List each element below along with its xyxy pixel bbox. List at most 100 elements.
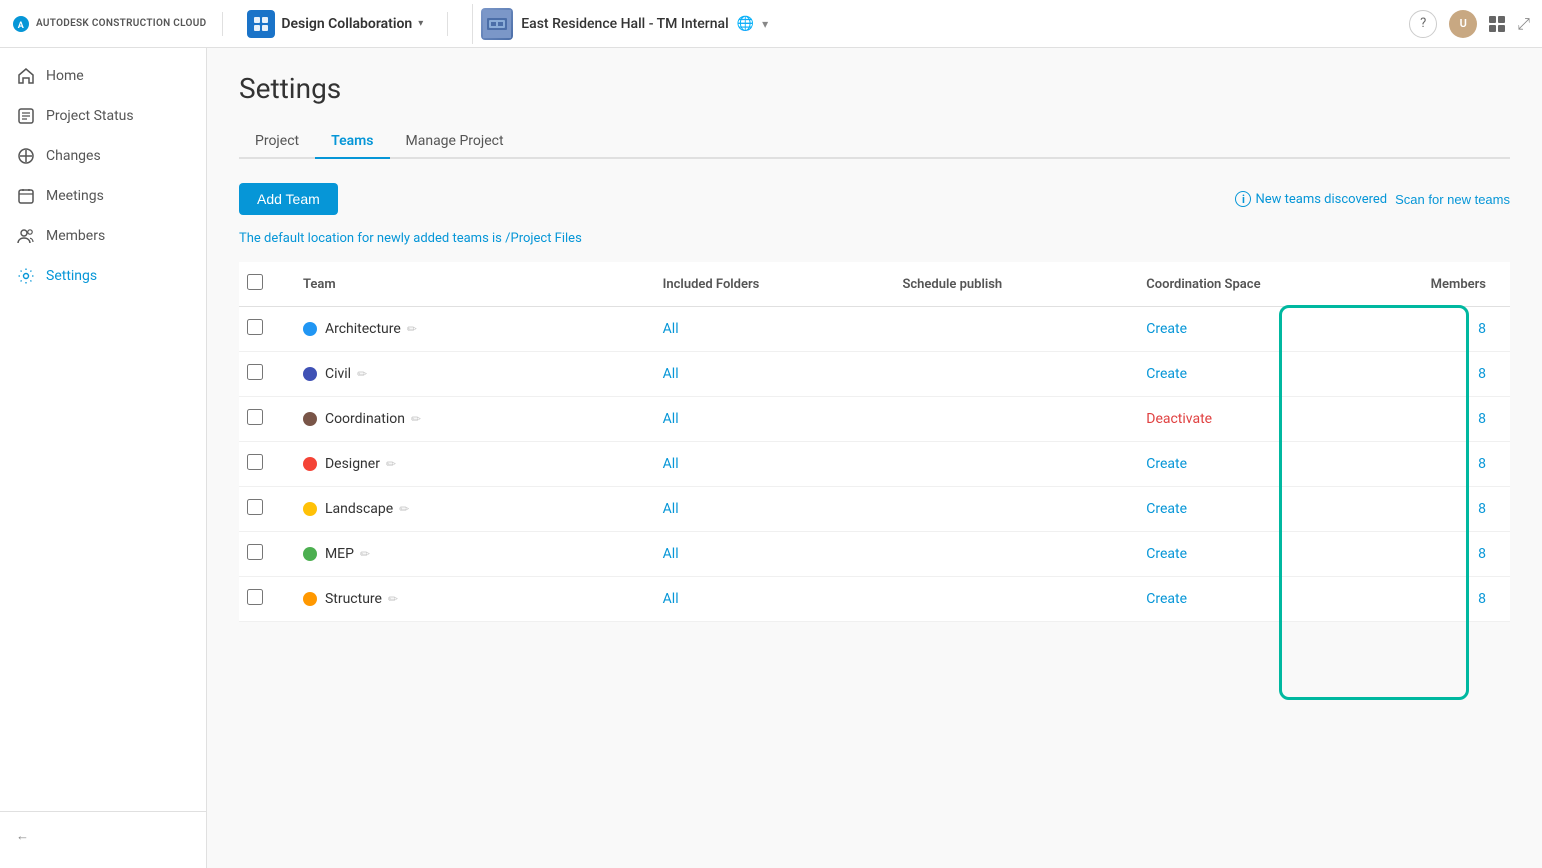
topbar-divider-2 bbox=[447, 12, 448, 36]
app-icon bbox=[247, 10, 275, 38]
row-checkbox-1[interactable] bbox=[247, 364, 263, 380]
teams-table-body: Architecture ✏ All Create 8 Civil ✏ All bbox=[239, 307, 1510, 622]
row-checkbox-6[interactable] bbox=[247, 589, 263, 605]
row-checkbox-4[interactable] bbox=[247, 499, 263, 515]
sidebar-item-members[interactable]: Members bbox=[0, 216, 206, 256]
team-name: Structure bbox=[325, 591, 382, 607]
row-coord-cell: Deactivate bbox=[1126, 397, 1390, 442]
row-team-cell: Structure ✏ bbox=[287, 577, 647, 622]
folders-link[interactable]: All bbox=[663, 411, 679, 427]
folders-link[interactable]: All bbox=[663, 591, 679, 607]
members-count[interactable]: 8 bbox=[1478, 366, 1486, 382]
tab-project[interactable]: Project bbox=[239, 125, 315, 159]
row-checkbox-0[interactable] bbox=[247, 319, 263, 335]
tab-teams[interactable]: Teams bbox=[315, 125, 389, 159]
app-switcher[interactable]: Design Collaboration ▾ bbox=[239, 6, 431, 42]
members-count[interactable]: 8 bbox=[1478, 321, 1486, 337]
sidebar-project-status-label: Project Status bbox=[46, 108, 134, 124]
grid-icon[interactable] bbox=[1489, 16, 1505, 32]
edit-team-icon[interactable]: ✏ bbox=[360, 547, 370, 561]
members-count[interactable]: 8 bbox=[1478, 591, 1486, 607]
team-name: MEP bbox=[325, 546, 354, 562]
edit-team-icon[interactable]: ✏ bbox=[386, 457, 396, 471]
team-color-dot bbox=[303, 367, 317, 381]
row-schedule-cell bbox=[886, 307, 1126, 352]
select-all-checkbox[interactable] bbox=[247, 274, 263, 290]
create-coord-button[interactable]: Create bbox=[1146, 591, 1187, 607]
project-selector[interactable]: East Residence Hall - TM Internal 🌐 ▾ bbox=[472, 4, 776, 44]
edit-team-icon[interactable]: ✏ bbox=[357, 367, 367, 381]
row-team-cell: Architecture ✏ bbox=[287, 307, 647, 352]
add-team-button[interactable]: Add Team bbox=[239, 183, 338, 215]
row-schedule-cell bbox=[886, 442, 1126, 487]
tab-manage-project-label: Manage Project bbox=[406, 133, 504, 149]
user-avatar[interactable]: U bbox=[1449, 10, 1477, 38]
team-color-dot bbox=[303, 412, 317, 426]
folders-link[interactable]: All bbox=[663, 366, 679, 382]
autodesk-logo-icon: A bbox=[12, 15, 30, 33]
project-thumb-image bbox=[483, 10, 511, 38]
table-row: Civil ✏ All Create 8 bbox=[239, 352, 1510, 397]
row-schedule-cell bbox=[886, 352, 1126, 397]
sidebar-meetings-label: Meetings bbox=[46, 188, 104, 204]
members-count[interactable]: 8 bbox=[1478, 411, 1486, 427]
row-members-cell: 8 bbox=[1390, 352, 1510, 397]
create-coord-button[interactable]: Create bbox=[1146, 546, 1187, 562]
row-team-cell: Civil ✏ bbox=[287, 352, 647, 397]
team-name-cell: Designer ✏ bbox=[303, 456, 631, 472]
row-coord-cell: Create bbox=[1126, 442, 1390, 487]
help-button[interactable]: ? bbox=[1409, 10, 1437, 38]
sidebar-item-home[interactable]: Home bbox=[0, 56, 206, 96]
sidebar-collapse-button[interactable]: ← bbox=[16, 820, 190, 852]
deactivate-button[interactable]: Deactivate bbox=[1146, 411, 1212, 427]
sidebar-members-label: Members bbox=[46, 228, 105, 244]
default-location-prefix: The default location for newly added tea… bbox=[239, 231, 505, 246]
sidebar-item-changes[interactable]: Changes bbox=[0, 136, 206, 176]
sidebar-item-project-status[interactable]: Project Status bbox=[0, 96, 206, 136]
row-members-cell: 8 bbox=[1390, 487, 1510, 532]
edit-team-icon[interactable]: ✏ bbox=[388, 592, 398, 606]
table-row: MEP ✏ All Create 8 bbox=[239, 532, 1510, 577]
edit-team-icon[interactable]: ✏ bbox=[411, 412, 421, 426]
row-schedule-cell bbox=[886, 487, 1126, 532]
folders-link[interactable]: All bbox=[663, 546, 679, 562]
col-coord-label: Coordination Space bbox=[1146, 277, 1260, 292]
edit-team-icon[interactable]: ✏ bbox=[399, 502, 409, 516]
col-header-coord: Coordination Space bbox=[1126, 262, 1390, 307]
row-checkbox-5[interactable] bbox=[247, 544, 263, 560]
create-coord-button[interactable]: Create bbox=[1146, 501, 1187, 517]
tab-manage-project[interactable]: Manage Project bbox=[390, 125, 520, 159]
row-folders-cell: All bbox=[647, 442, 887, 487]
table-row: Structure ✏ All Create 8 bbox=[239, 577, 1510, 622]
sidebar-item-settings[interactable]: Settings bbox=[0, 256, 206, 296]
sidebar-item-meetings[interactable]: Meetings bbox=[0, 176, 206, 216]
team-name-cell: Civil ✏ bbox=[303, 366, 631, 382]
folders-link[interactable]: All bbox=[663, 456, 679, 472]
new-teams-badge: i New teams discovered bbox=[1235, 191, 1387, 207]
scan-for-new-teams-button[interactable]: Scan for new teams bbox=[1395, 192, 1510, 207]
sidebar-changes-label: Changes bbox=[46, 148, 101, 164]
col-header-team: Team bbox=[287, 262, 647, 307]
folders-link[interactable]: All bbox=[663, 321, 679, 337]
members-count[interactable]: 8 bbox=[1478, 501, 1486, 517]
edit-team-icon[interactable]: ✏ bbox=[407, 322, 417, 336]
folders-link[interactable]: All bbox=[663, 501, 679, 517]
members-count[interactable]: 8 bbox=[1478, 546, 1486, 562]
create-coord-button[interactable]: Create bbox=[1146, 366, 1187, 382]
row-checkbox-2[interactable] bbox=[247, 409, 263, 425]
autodesk-logo: A AUTODESK CONSTRUCTION CLOUD bbox=[12, 15, 206, 33]
app-name: Design Collaboration bbox=[281, 16, 412, 32]
meetings-icon bbox=[16, 186, 36, 206]
toolbar-row: Add Team i New teams discovered Scan for… bbox=[239, 183, 1510, 215]
row-check-cell bbox=[239, 307, 287, 352]
col-members-label: Members bbox=[1431, 277, 1486, 292]
members-count[interactable]: 8 bbox=[1478, 456, 1486, 472]
create-coord-button[interactable]: Create bbox=[1146, 456, 1187, 472]
changes-icon bbox=[16, 146, 36, 166]
create-coord-button[interactable]: Create bbox=[1146, 321, 1187, 337]
row-schedule-cell bbox=[886, 397, 1126, 442]
row-folders-cell: All bbox=[647, 307, 887, 352]
settings-icon bbox=[16, 266, 36, 286]
row-checkbox-3[interactable] bbox=[247, 454, 263, 470]
expand-icon[interactable]: ⤢ bbox=[1517, 14, 1530, 34]
